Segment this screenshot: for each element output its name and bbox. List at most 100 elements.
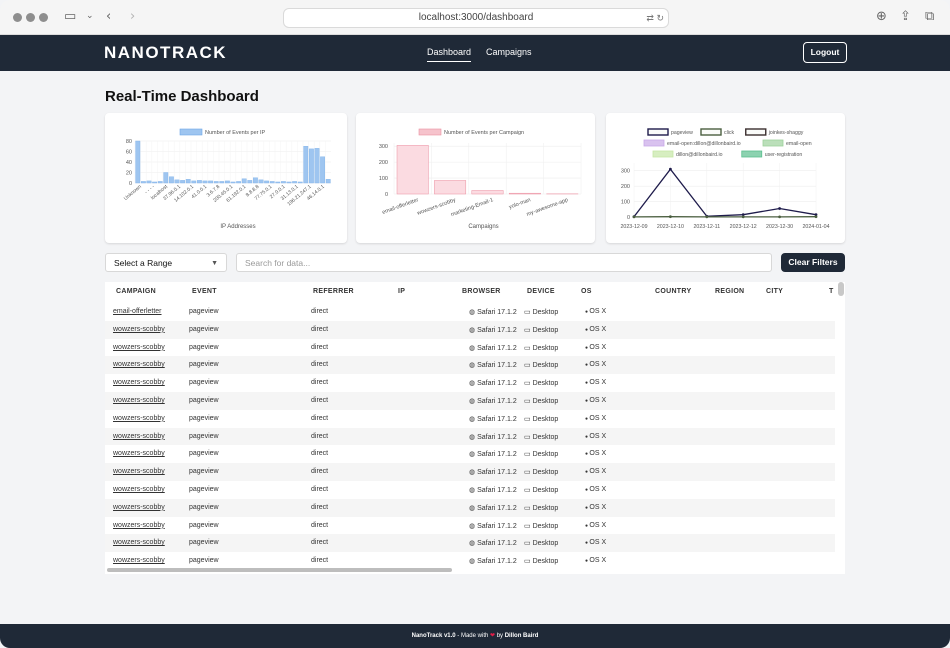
translate-reload-icon[interactable]: ⇄ ↻ xyxy=(646,9,664,27)
table-row[interactable]: wowzers-scobby pageview direct ◍ Safari 17.… xyxy=(105,481,835,499)
sidebar-icon[interactable]: ▭ xyxy=(64,9,76,24)
search-input[interactable]: Search for data... xyxy=(236,253,772,272)
range-select[interactable]: Select a Range ▼ xyxy=(105,253,227,272)
cell-text: wowzers-scobby xyxy=(113,468,165,476)
cell-text: wowzers-scobby xyxy=(113,503,165,511)
search-placeholder: Search for data... xyxy=(245,258,311,268)
cell-text: direct xyxy=(311,468,329,476)
column-header-os[interactable]: OS xyxy=(581,288,592,295)
events-table[interactable]: CAMPAIGN EVENT REFERRER IP BROWSER DEVICE OS CO… xyxy=(105,282,845,574)
cell-text: wowzers-scobby xyxy=(113,432,165,440)
desktop-icon: ▭ xyxy=(524,558,533,566)
os-cell: ● OS X xyxy=(585,539,606,546)
referrer-cell: direct xyxy=(311,379,328,386)
legend-label: pageview xyxy=(671,130,693,136)
campaign-link[interactable]: wowzers-scobby xyxy=(113,557,165,564)
vertical-scrollbar[interactable] xyxy=(838,282,844,296)
bar xyxy=(396,145,429,195)
minimize-window-dot[interactable] xyxy=(26,13,35,22)
column-header-region[interactable]: REGION xyxy=(715,288,744,295)
data-point xyxy=(669,167,672,171)
close-window-dot[interactable] xyxy=(13,13,22,22)
browser-cell: ◍ Safari 17.1.2 xyxy=(469,450,517,458)
column-header-ip[interactable]: IP xyxy=(398,288,405,295)
column-header-event[interactable]: EVENT xyxy=(192,288,217,295)
cell-text: pageview xyxy=(189,397,219,404)
x-tick-label: yolo-man xyxy=(508,197,531,210)
desktop-icon: ▭ xyxy=(524,522,533,530)
cell-text: Safari 17.1.2 xyxy=(477,487,517,494)
table-row[interactable]: wowzers-scobby pageview direct ◍ Safari 17.… xyxy=(105,339,835,357)
table-row[interactable]: wowzers-scobby pageview direct ◍ Safari 17.… xyxy=(105,463,835,481)
campaign-link[interactable]: wowzers-scobby xyxy=(113,468,165,475)
zoom-window-dot[interactable] xyxy=(39,13,48,22)
campaign-link[interactable]: wowzers-scobby xyxy=(113,539,165,546)
column-header-campaign[interactable]: CAMPAIGN xyxy=(116,288,156,295)
column-header-city[interactable]: CITY xyxy=(766,288,783,295)
table-row[interactable]: wowzers-scobby pageview direct ◍ Safari 17.… xyxy=(105,392,835,410)
table-row[interactable]: wowzers-scobby pageview direct ◍ Safari 17.… xyxy=(105,534,835,553)
column-header-browser[interactable]: BROWSER xyxy=(462,288,501,295)
campaign-link[interactable]: email-offerletter xyxy=(113,308,162,315)
desktop-icon: ▭ xyxy=(524,540,533,548)
bar xyxy=(320,156,325,184)
table-row[interactable]: wowzers-scobby pageview direct ◍ Safari 17.… xyxy=(105,427,835,446)
table-row[interactable]: wowzers-scobby pageview direct ◍ Safari 17.… xyxy=(105,410,835,428)
cell-text: direct xyxy=(311,486,329,493)
campaign-link[interactable]: wowzers-scobby xyxy=(113,361,165,368)
chevron-down-icon[interactable]: ⌄ xyxy=(86,11,94,21)
legend-label: Number of Events per Campaign xyxy=(444,130,524,136)
event-cell: pageview xyxy=(189,397,219,404)
cell-text: pageview xyxy=(189,379,219,387)
campaign-link[interactable]: wowzers-scobby xyxy=(113,397,165,404)
nav-link-campaigns[interactable]: Campaigns xyxy=(486,47,532,57)
bar xyxy=(196,180,202,184)
bar xyxy=(434,180,467,195)
table-row[interactable]: wowzers-scobby pageview direct ◍ Safari 17.… xyxy=(105,320,835,339)
footer-author: Dillon Baird xyxy=(504,633,539,639)
clear-filters-button[interactable]: Clear Filters xyxy=(781,253,845,272)
campaign-link[interactable]: wowzers-scobby xyxy=(113,344,165,351)
event-cell: pageview xyxy=(189,468,219,475)
column-header-device[interactable]: DEVICE xyxy=(527,288,555,295)
column-header-country[interactable]: COUNTRY xyxy=(655,288,691,295)
campaign-link[interactable]: wowzers-scobby xyxy=(113,522,165,529)
cell-text: Desktop xyxy=(532,558,559,566)
campaign-link[interactable]: wowzers-scobby xyxy=(113,379,165,386)
safari-icon: ◍ xyxy=(469,326,478,334)
logout-button[interactable]: Logout xyxy=(803,42,847,63)
campaign-link[interactable]: wowzers-scobby xyxy=(113,326,165,333)
campaign-link[interactable]: wowzers-scobby xyxy=(113,433,165,440)
range-select-label: Select a Range xyxy=(114,258,173,268)
tabs-icon[interactable]: ⧉ xyxy=(925,9,934,24)
campaign-link[interactable]: wowzers-scobby xyxy=(113,450,165,457)
horizontal-scrollbar[interactable] xyxy=(107,568,452,572)
table-row[interactable]: wowzers-scobby pageview direct ◍ Safari 17.… xyxy=(105,374,835,392)
bar xyxy=(280,181,286,184)
browser-cell: ◍ Safari 17.1.2 xyxy=(469,415,517,423)
device-cell: ▭ Desktop xyxy=(524,468,558,476)
address-bar[interactable]: localhost:3000/dashboard ⇄ ↻ xyxy=(283,8,669,28)
legend-swatch xyxy=(700,128,722,136)
forward-icon[interactable]: › xyxy=(130,9,135,24)
desktop-icon: ▭ xyxy=(524,398,533,405)
safari-icon: ◍ xyxy=(469,344,478,352)
table-row[interactable]: wowzers-scobby pageview direct ◍ Safari 17.… xyxy=(105,498,835,517)
campaign-link[interactable]: wowzers-scobby xyxy=(113,486,165,493)
nav-link-dashboard[interactable]: Dashboard xyxy=(427,47,472,62)
column-header-referrer[interactable]: REFERRER xyxy=(313,288,354,295)
table-row[interactable]: email-offerletter pageview direct ◍ Safari … xyxy=(105,303,835,321)
column-header-t[interactable]: T xyxy=(829,288,834,295)
series-line xyxy=(633,168,817,218)
campaign-link[interactable]: wowzers-scobby xyxy=(113,415,165,422)
app-logo[interactable]: NANOTRACK xyxy=(104,43,227,63)
back-icon[interactable]: ‹ xyxy=(106,9,111,24)
table-row[interactable]: wowzers-scobby pageview direct ◍ Safari 17.… xyxy=(105,445,835,463)
download-icon[interactable]: ⊕ xyxy=(876,9,887,24)
campaign-link[interactable]: wowzers-scobby xyxy=(113,504,165,511)
share-icon[interactable]: ⇪ xyxy=(900,9,911,24)
x-tick-label: my-awesome-app xyxy=(526,197,569,218)
table-row[interactable]: wowzers-scobby pageview direct ◍ Safari 17.… xyxy=(105,356,835,375)
cell-text: direct xyxy=(311,325,329,333)
table-row[interactable]: wowzers-scobby pageview direct ◍ Safari 17.… xyxy=(105,517,835,535)
